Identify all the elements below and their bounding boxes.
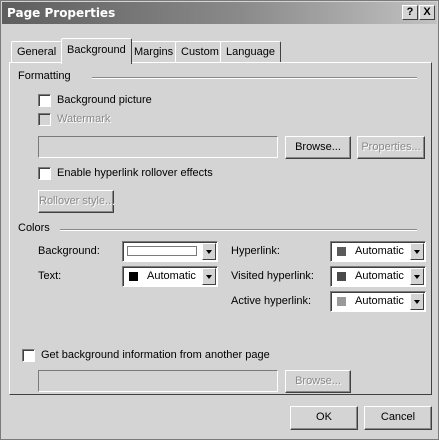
formatting-group-line <box>92 77 417 79</box>
background-tab-panel: Formatting Background picture Watermark … <box>9 62 432 395</box>
picture-properties-button[interactable]: Properties... <box>357 136 425 159</box>
hyperlink-color-dropdown[interactable]: Automatic <box>330 241 426 262</box>
title-bar[interactable]: Page Properties ? X <box>2 2 437 24</box>
get-background-from-page-label: Get background information from another … <box>41 349 270 361</box>
tab-margins[interactable]: Margins <box>128 41 180 63</box>
background-picture-checkbox[interactable] <box>38 94 51 107</box>
hyperlink-color-swatch <box>337 247 346 256</box>
watermark-label: Watermark <box>57 113 111 125</box>
dialog-title: Page Properties <box>7 6 116 20</box>
rollover-style-button[interactable]: Rollover style... <box>38 190 114 213</box>
text-color-dropdown[interactable]: Automatic <box>122 266 218 287</box>
rollover-effects-label: Enable hyperlink rollover effects <box>57 167 213 179</box>
active-hyperlink-color-swatch <box>337 297 346 306</box>
tab-language[interactable]: Language <box>220 41 281 63</box>
rollover-effects-checkbox[interactable] <box>38 167 51 180</box>
help-button[interactable]: ? <box>402 5 418 20</box>
tab-background[interactable]: Background <box>61 38 132 64</box>
chevron-down-icon[interactable] <box>202 268 216 285</box>
background-color-swatch <box>127 246 197 256</box>
hyperlink-color-value: Automatic <box>355 245 404 257</box>
background-picture-label: Background picture <box>57 94 152 106</box>
tab-custom[interactable]: Custom <box>175 41 225 63</box>
visited-hyperlink-color-dropdown[interactable]: Automatic <box>330 266 426 287</box>
chevron-down-icon[interactable] <box>410 293 424 310</box>
formatting-group-label: Formatting <box>18 70 73 82</box>
page-properties-dialog: Page Properties ? X General Background M… <box>0 0 439 440</box>
visited-hyperlink-color-swatch <box>337 272 346 281</box>
colors-group-line <box>60 229 417 231</box>
background-picture-path-input[interactable] <box>38 136 278 158</box>
watermark-checkbox[interactable] <box>38 113 51 126</box>
browse-picture-button[interactable]: Browse... <box>285 136 351 159</box>
chevron-down-icon[interactable] <box>410 268 424 285</box>
cancel-button[interactable]: Cancel <box>364 406 432 430</box>
active-hyperlink-color-label: Active hyperlink: <box>231 295 312 307</box>
browse-other-page-button[interactable]: Browse... <box>285 370 351 393</box>
visited-hyperlink-color-value: Automatic <box>355 270 404 282</box>
background-color-label: Background: <box>38 245 100 257</box>
text-color-value: Automatic <box>147 270 196 282</box>
active-hyperlink-color-dropdown[interactable]: Automatic <box>330 291 426 312</box>
tab-general[interactable]: General <box>11 41 63 63</box>
visited-hyperlink-color-label: Visited hyperlink: <box>231 270 314 282</box>
chevron-down-icon[interactable] <box>202 243 216 260</box>
hyperlink-color-label: Hyperlink: <box>231 245 280 257</box>
close-button[interactable]: X <box>419 5 435 20</box>
text-color-swatch <box>129 272 138 281</box>
colors-group-label: Colors <box>18 222 52 234</box>
text-color-label: Text: <box>38 270 62 282</box>
get-background-from-page-checkbox[interactable] <box>22 349 35 362</box>
active-hyperlink-color-value: Automatic <box>355 295 404 307</box>
other-page-path-input[interactable] <box>38 370 278 392</box>
background-color-dropdown[interactable] <box>122 241 218 262</box>
ok-button[interactable]: OK <box>290 406 358 430</box>
chevron-down-icon[interactable] <box>410 243 424 260</box>
